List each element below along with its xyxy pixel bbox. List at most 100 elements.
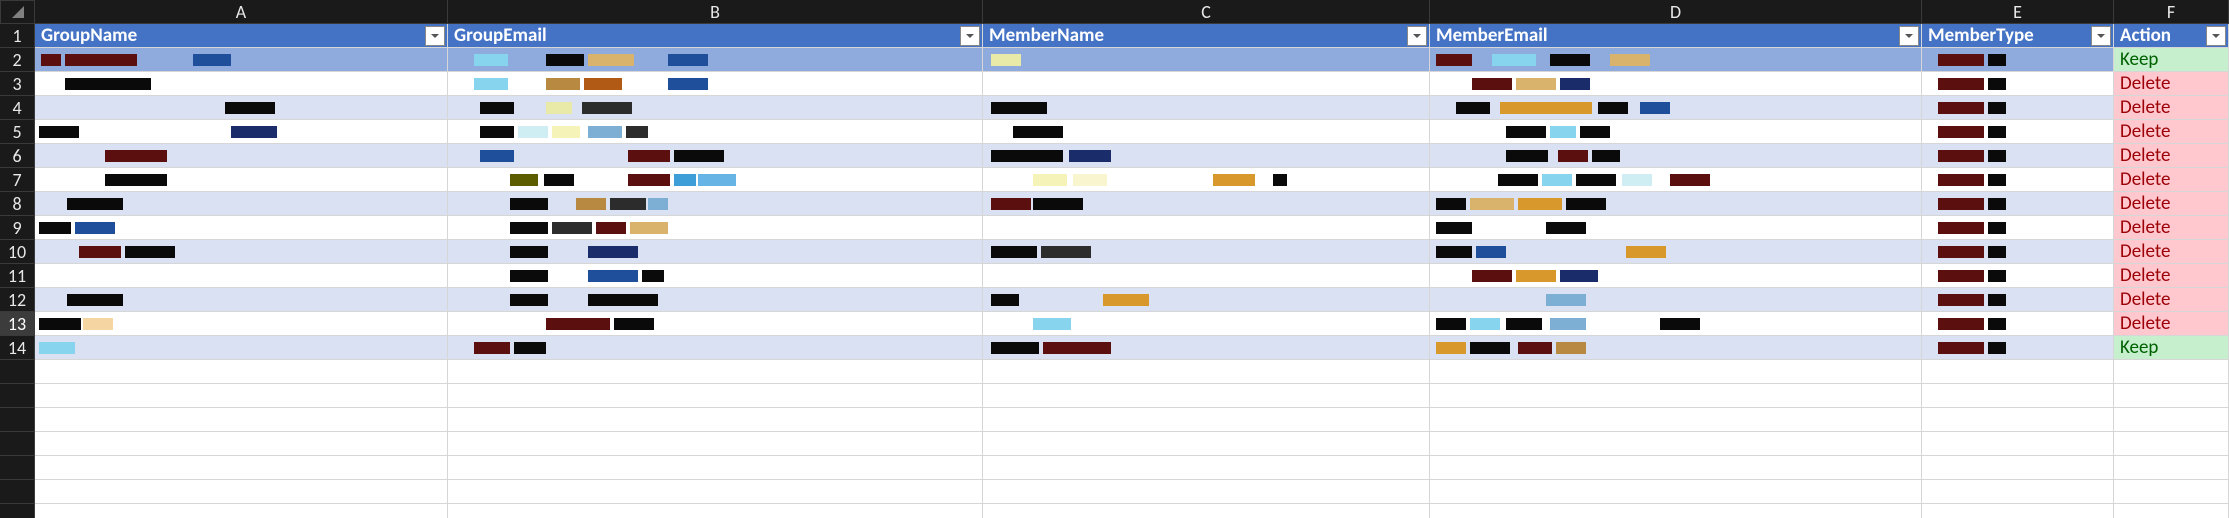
cell-C8[interactable] [983, 192, 1430, 216]
cell-D1[interactable]: MemberEmail [1430, 24, 1922, 48]
row-header-4[interactable]: 4 [0, 96, 35, 120]
filter-dropdown-icon[interactable] [425, 26, 445, 46]
empty-cell[interactable] [1922, 480, 2114, 504]
cell-C1[interactable]: MemberName [983, 24, 1430, 48]
empty-cell[interactable] [1922, 504, 2114, 518]
empty-cell[interactable] [1922, 456, 2114, 480]
cell-E1[interactable]: MemberType [1922, 24, 2114, 48]
cell-F6[interactable]: Delete [2114, 144, 2229, 168]
cell-A5[interactable] [35, 120, 448, 144]
cell-C3[interactable] [983, 72, 1430, 96]
cell-E6[interactable] [1922, 144, 2114, 168]
empty-cell[interactable] [448, 432, 983, 456]
cell-A9[interactable] [35, 216, 448, 240]
row-header-empty[interactable] [0, 408, 35, 432]
cell-E5[interactable] [1922, 120, 2114, 144]
cell-A14[interactable] [35, 336, 448, 360]
cell-B7[interactable] [448, 168, 983, 192]
cell-C2[interactable] [983, 48, 1430, 72]
row-header-14[interactable]: 14 [0, 336, 35, 360]
row-header-empty[interactable] [0, 504, 35, 518]
cell-E9[interactable] [1922, 216, 2114, 240]
empty-cell[interactable] [448, 504, 983, 518]
empty-cell[interactable] [983, 360, 1430, 384]
cell-E13[interactable] [1922, 312, 2114, 336]
empty-cell[interactable] [35, 480, 448, 504]
cell-B6[interactable] [448, 144, 983, 168]
cell-E7[interactable] [1922, 168, 2114, 192]
empty-cell[interactable] [2114, 504, 2229, 518]
cell-E3[interactable] [1922, 72, 2114, 96]
row-header-12[interactable]: 12 [0, 288, 35, 312]
empty-cell[interactable] [1430, 384, 1922, 408]
cell-B14[interactable] [448, 336, 983, 360]
empty-cell[interactable] [2114, 408, 2229, 432]
empty-cell[interactable] [1922, 384, 2114, 408]
row-header-8[interactable]: 8 [0, 192, 35, 216]
row-header-13[interactable]: 13 [0, 312, 35, 336]
filter-dropdown-icon[interactable] [2091, 26, 2111, 46]
cell-A4[interactable] [35, 96, 448, 120]
empty-cell[interactable] [983, 456, 1430, 480]
row-header-empty[interactable] [0, 384, 35, 408]
row-header-1[interactable]: 1 [0, 24, 35, 48]
row-header-empty[interactable] [0, 432, 35, 456]
cell-E12[interactable] [1922, 288, 2114, 312]
cell-D14[interactable] [1430, 336, 1922, 360]
filter-dropdown-icon[interactable] [1899, 26, 1919, 46]
empty-cell[interactable] [1922, 432, 2114, 456]
row-header-7[interactable]: 7 [0, 168, 35, 192]
cell-E10[interactable] [1922, 240, 2114, 264]
cell-A6[interactable] [35, 144, 448, 168]
cell-C9[interactable] [983, 216, 1430, 240]
cell-E14[interactable] [1922, 336, 2114, 360]
row-header-2[interactable]: 2 [0, 48, 35, 72]
cell-B5[interactable] [448, 120, 983, 144]
empty-cell[interactable] [1430, 456, 1922, 480]
cell-B13[interactable] [448, 312, 983, 336]
cell-A3[interactable] [35, 72, 448, 96]
cell-E11[interactable] [1922, 264, 2114, 288]
empty-cell[interactable] [983, 504, 1430, 518]
empty-cell[interactable] [2114, 456, 2229, 480]
empty-cell[interactable] [35, 504, 448, 518]
empty-cell[interactable] [2114, 360, 2229, 384]
cell-B9[interactable] [448, 216, 983, 240]
cell-C5[interactable] [983, 120, 1430, 144]
empty-cell[interactable] [1922, 408, 2114, 432]
row-header-11[interactable]: 11 [0, 264, 35, 288]
cell-F5[interactable]: Delete [2114, 120, 2229, 144]
cell-A1[interactable]: GroupName [35, 24, 448, 48]
empty-cell[interactable] [448, 360, 983, 384]
cell-C14[interactable] [983, 336, 1430, 360]
cell-D5[interactable] [1430, 120, 1922, 144]
cell-F1[interactable]: Action [2114, 24, 2229, 48]
cell-F10[interactable]: Delete [2114, 240, 2229, 264]
empty-cell[interactable] [448, 480, 983, 504]
cell-A2[interactable] [35, 48, 448, 72]
cell-D6[interactable] [1430, 144, 1922, 168]
column-header-E[interactable]: E [1922, 0, 2114, 24]
empty-cell[interactable] [983, 480, 1430, 504]
empty-cell[interactable] [448, 408, 983, 432]
empty-cell[interactable] [983, 408, 1430, 432]
filter-dropdown-icon[interactable] [2206, 26, 2226, 46]
cell-D12[interactable] [1430, 288, 1922, 312]
row-header-empty[interactable] [0, 480, 35, 504]
filter-dropdown-icon[interactable] [1407, 26, 1427, 46]
row-header-9[interactable]: 9 [0, 216, 35, 240]
cell-C4[interactable] [983, 96, 1430, 120]
empty-cell[interactable] [983, 432, 1430, 456]
empty-cell[interactable] [1430, 408, 1922, 432]
cell-B4[interactable] [448, 96, 983, 120]
cell-B1[interactable]: GroupEmail [448, 24, 983, 48]
cell-D4[interactable] [1430, 96, 1922, 120]
cell-B3[interactable] [448, 72, 983, 96]
empty-cell[interactable] [448, 384, 983, 408]
empty-cell[interactable] [1430, 432, 1922, 456]
cell-B2[interactable] [448, 48, 983, 72]
empty-cell[interactable] [2114, 384, 2229, 408]
empty-cell[interactable] [448, 456, 983, 480]
cell-D2[interactable] [1430, 48, 1922, 72]
filter-dropdown-icon[interactable] [960, 26, 980, 46]
